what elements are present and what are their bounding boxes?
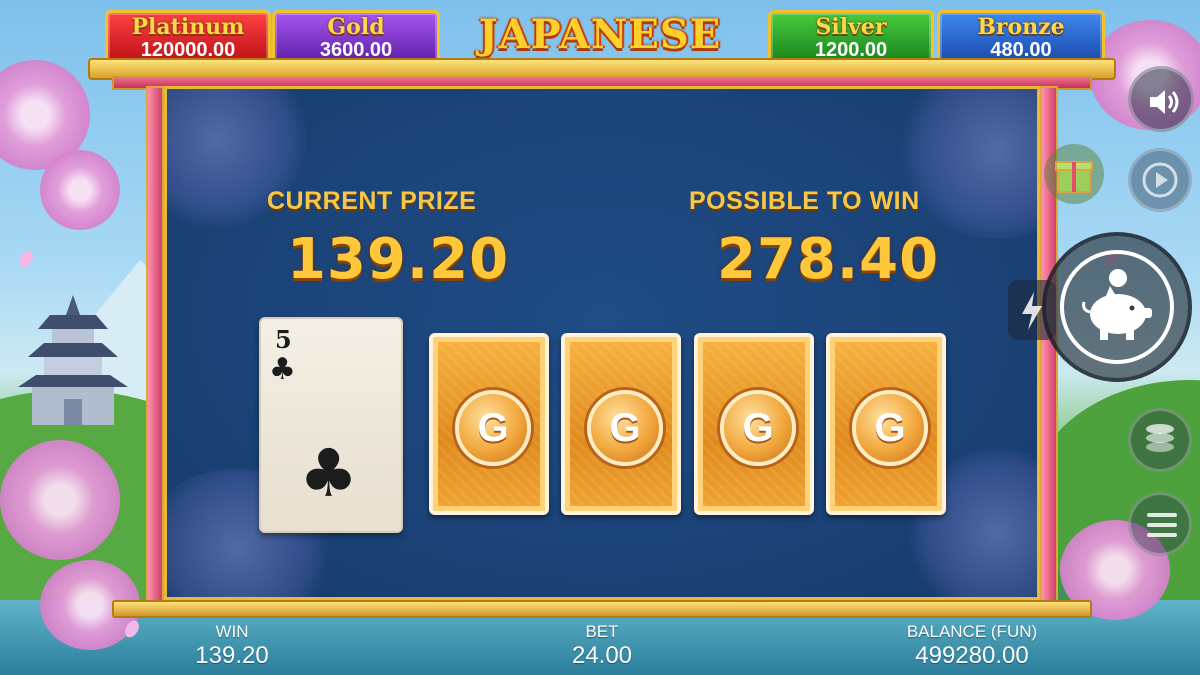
piggy-bank-icon [1082, 269, 1152, 340]
coin-emblem-icon: G [720, 390, 796, 466]
coin-emblem-icon: G [455, 390, 531, 466]
possible-to-win-value: 278.40 [717, 227, 940, 292]
collect-button[interactable] [1042, 232, 1192, 382]
hidden-card-1[interactable]: G [429, 333, 549, 515]
bet-label: BET [585, 622, 619, 641]
coin-letter: G [477, 406, 509, 450]
autoplay-icon [1142, 162, 1178, 198]
clubs-icon: ♣ [299, 435, 359, 512]
balance-label: BALANCE (FUN) [906, 622, 1038, 641]
jackpot-name: Bronze [977, 14, 1065, 40]
coin-letter: G [609, 406, 641, 450]
coin-letter: G [874, 406, 906, 450]
gamble-panel: CURRENT PRIZE 139.20 POSSIBLE TO WIN 278… [164, 86, 1040, 600]
clubs-icon: ♣ [269, 352, 296, 387]
bet-display: BET 24.00 [542, 622, 662, 670]
win-display: WIN 139.20 [172, 622, 292, 670]
current-prize-value: 139.20 [287, 227, 510, 292]
jackpot-name: Platinum [131, 14, 245, 40]
hidden-card-4[interactable]: G [826, 333, 946, 515]
speaker-icon [1150, 90, 1179, 114]
coin-letter: G [742, 406, 774, 450]
sound-button[interactable] [1128, 66, 1194, 132]
possible-to-win-label: POSSIBLE TO WIN [689, 187, 920, 215]
jackpot-name: Silver [815, 14, 887, 40]
bet-stack-button[interactable] [1128, 408, 1192, 472]
menu-button[interactable] [1128, 492, 1192, 556]
cherry-blossom [0, 440, 120, 560]
hidden-card-2[interactable]: G [561, 333, 681, 515]
balance-display: BALANCE (FUN) 499280.00 [880, 622, 1064, 670]
win-label: WIN [215, 622, 249, 641]
gift-icon [1055, 161, 1093, 193]
hidden-card-3[interactable]: G [694, 333, 814, 515]
torii-left-pillar [146, 86, 164, 610]
coin-stack-icon [1146, 424, 1174, 452]
autoplay-button[interactable] [1128, 148, 1192, 212]
jackpot-name: Gold [327, 14, 385, 40]
cherry-blossom [40, 150, 120, 230]
win-value: 139.20 [195, 642, 269, 669]
pagoda [18, 295, 128, 425]
collect-ring [1060, 250, 1174, 364]
card-rank: 5 [275, 325, 292, 354]
balance-value: 499280.00 [915, 642, 1029, 669]
current-prize-label: CURRENT PRIZE [267, 187, 477, 215]
game-screen: Platinum 120000.00 Gold 3600.00 JAPANESE… [0, 0, 1200, 675]
coin-emblem-icon: G [852, 390, 928, 466]
torii-bottom-beam [112, 600, 1092, 618]
panel-flower-decoration [897, 89, 1037, 239]
open-card: 5 ♣ ♣ [259, 317, 403, 533]
gift-button[interactable] [1044, 144, 1104, 204]
coin-emblem-icon: G [587, 390, 663, 466]
game-logo: JAPANESE COIN [478, 11, 722, 112]
bet-value: 24.00 [571, 642, 633, 669]
